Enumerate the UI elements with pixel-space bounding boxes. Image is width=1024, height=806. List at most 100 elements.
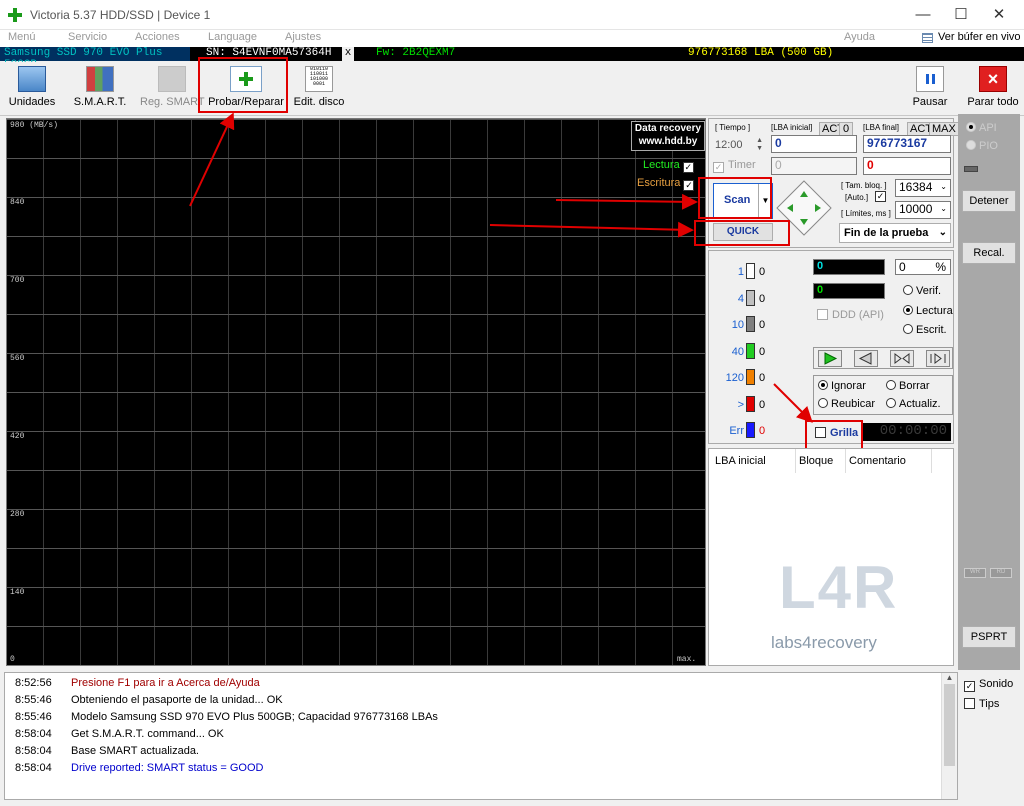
erase-radio[interactable]: Borrar	[886, 380, 930, 392]
reg-smart-icon	[158, 66, 186, 92]
pause-icon	[916, 66, 944, 92]
scroll-thumb[interactable]	[944, 684, 955, 766]
end-icon[interactable]	[926, 350, 950, 367]
menu-item-actions[interactable]: Acciones	[135, 31, 180, 43]
app-cross-icon	[8, 8, 22, 22]
minimize-button[interactable]: —	[906, 0, 940, 30]
sound-checkbox[interactable]: ✓ Sonido	[964, 678, 1013, 692]
menu-item-help[interactable]: Ayuda	[844, 31, 875, 43]
maximize-button[interactable]: ☐	[944, 0, 978, 30]
log-message: Base SMART actualizada.	[71, 745, 199, 757]
ddd-api-checkbox[interactable]: DDD (API)	[817, 309, 884, 321]
menu-item-service[interactable]: Servicio	[68, 31, 107, 43]
stat-label: 10	[731, 319, 744, 331]
column-block[interactable]: Bloque	[799, 455, 833, 467]
block-size-label: [ Tam. bloq. ]	[841, 181, 887, 190]
live-buffer-link[interactable]: Ver búfer en vivo	[938, 31, 1021, 43]
y-tick-420: 420	[10, 432, 25, 441]
stat-color-swatch	[746, 316, 755, 332]
stat-count: 0	[759, 425, 766, 437]
graph-unit-label: 980 (MB/s)	[10, 121, 59, 130]
read-legend-checkbox[interactable]: ✓	[682, 162, 694, 173]
tips-checkbox[interactable]: Tips	[964, 698, 999, 710]
smart-button[interactable]: S.M.A.R.T.	[70, 66, 130, 114]
log-time: 8:52:56	[15, 677, 52, 689]
column-lba-start[interactable]: LBA inicial	[715, 455, 766, 467]
read-radio[interactable]: Lectura	[903, 305, 953, 317]
rewind-icon[interactable]	[854, 350, 878, 367]
log-message: Get S.M.A.R.T. command... OK	[71, 728, 224, 740]
stat-label: 4	[737, 292, 744, 305]
stat-row: Err 0	[709, 422, 769, 438]
read-legend[interactable]: Lectura ✓	[643, 159, 698, 173]
drive-model[interactable]: Samsung SSD 970 EVO Plus 500GB	[0, 47, 190, 71]
skip-icon[interactable]	[890, 350, 914, 367]
stat-color-swatch	[746, 395, 755, 412]
units-button[interactable]: Unidades	[6, 66, 58, 114]
stop-all-button[interactable]: × Parar todo	[966, 66, 1020, 114]
y-tick-700: 700	[10, 276, 25, 285]
log-scrollbar[interactable]: ▲	[941, 673, 957, 799]
lba-start-input[interactable]: 0	[771, 135, 857, 153]
data-recovery-banner[interactable]: Data recovery www.hdd.by	[631, 121, 705, 151]
stat-row: >0	[709, 395, 769, 412]
remap-radio[interactable]: Reubicar	[818, 398, 875, 410]
psprt-button[interactable]: PSPRT	[962, 626, 1016, 648]
stop-button[interactable]: Detener	[962, 190, 1016, 212]
timer-checkbox[interactable]: ✓ Timer	[713, 159, 756, 173]
recal-button[interactable]: Recal.	[962, 242, 1016, 264]
edit-disk-button[interactable]: 010110 110011 101000 0001 Edit. disco	[290, 66, 348, 114]
auto-checkbox[interactable]: ✓	[875, 191, 886, 202]
percent-display: 0%	[895, 259, 951, 275]
play-icon[interactable]	[818, 350, 842, 367]
stat-label: >	[737, 398, 744, 411]
highlight-grid	[805, 420, 863, 450]
block-size-select[interactable]: 16384 ⌄	[895, 179, 951, 197]
log-message: Presione F1 para ir a Acerca de/Ayuda	[71, 677, 260, 689]
write-radio[interactable]: Escrit.	[903, 324, 947, 336]
pause-button[interactable]: Pausar	[908, 66, 952, 114]
end-action-select[interactable]: Fin de la prueba ⌄	[839, 223, 951, 243]
scroll-up-icon[interactable]: ▲	[942, 673, 957, 682]
log-message: Drive reported: SMART status = GOOD	[71, 762, 264, 774]
lba-end-sub-input[interactable]: 0	[863, 157, 951, 175]
units-icon	[18, 66, 46, 92]
time-label: [ Tiempo ]	[715, 123, 751, 132]
max-end-button[interactable]: MAX	[929, 122, 959, 136]
y-tick-560: 560	[10, 354, 25, 363]
time-spinner-icon[interactable]: ▲ ▼	[756, 137, 763, 153]
lba-end-label: [LBA final]	[863, 123, 900, 132]
limits-select[interactable]: 10000 ⌄	[895, 201, 951, 219]
chevron-down-icon: ⌄	[938, 227, 947, 238]
verify-radio[interactable]: Verif.	[903, 285, 941, 297]
api-radio[interactable]: API	[966, 122, 997, 134]
close-button[interactable]: ✕	[982, 0, 1016, 30]
menu-item-settings[interactable]: Ajustes	[285, 31, 321, 43]
write-legend-checkbox[interactable]: ✓	[683, 180, 695, 191]
menu-bar: Menú Servicio Acciones Language Ajustes …	[0, 30, 1024, 47]
stat-color-swatch	[746, 289, 755, 306]
title-bar: Victoria 5.37 HDD/SSD | Device 1 — ☐ ✕	[0, 0, 1024, 30]
time-input[interactable]: 12:00 ▲ ▼	[713, 137, 763, 155]
refresh-radio[interactable]: Actualiz.	[886, 398, 941, 410]
column-comment[interactable]: Comentario	[849, 455, 906, 467]
stat-row: 40 0	[709, 342, 769, 359]
drive-firmware: Fw: 2B2QEXM7	[376, 47, 456, 59]
menu-item-language[interactable]: Language	[208, 31, 257, 43]
y-tick-840: 840	[10, 198, 25, 207]
zero-start-button[interactable]: 0	[839, 122, 854, 136]
menu-item-menu[interactable]: Menú	[8, 31, 36, 43]
write-legend[interactable]: Escritura ✓	[637, 177, 698, 191]
pio-radio[interactable]: PIO	[966, 140, 998, 152]
timer-input[interactable]: 0	[771, 157, 857, 175]
stat-row: 40	[709, 289, 769, 306]
lba-end-input[interactable]: 976773167	[863, 135, 951, 153]
eject-button[interactable]: x	[342, 47, 354, 61]
right-control-panel: API PIO Detener Recal. WR RD PSPRT	[958, 114, 1020, 670]
log-entry: 8:52:56 Presione F1 para ir a Acerca de/A…	[15, 677, 260, 689]
log-entry: 8:58:04 Base SMART actualizada.	[15, 745, 199, 757]
ignore-radio[interactable]: Ignorar	[818, 380, 866, 392]
log-message: Obteniendo el pasaporte de la unidad... …	[71, 694, 283, 706]
reg-smart-button[interactable]: Reg. SMART	[140, 66, 205, 114]
log-time: 8:55:46	[15, 694, 52, 706]
